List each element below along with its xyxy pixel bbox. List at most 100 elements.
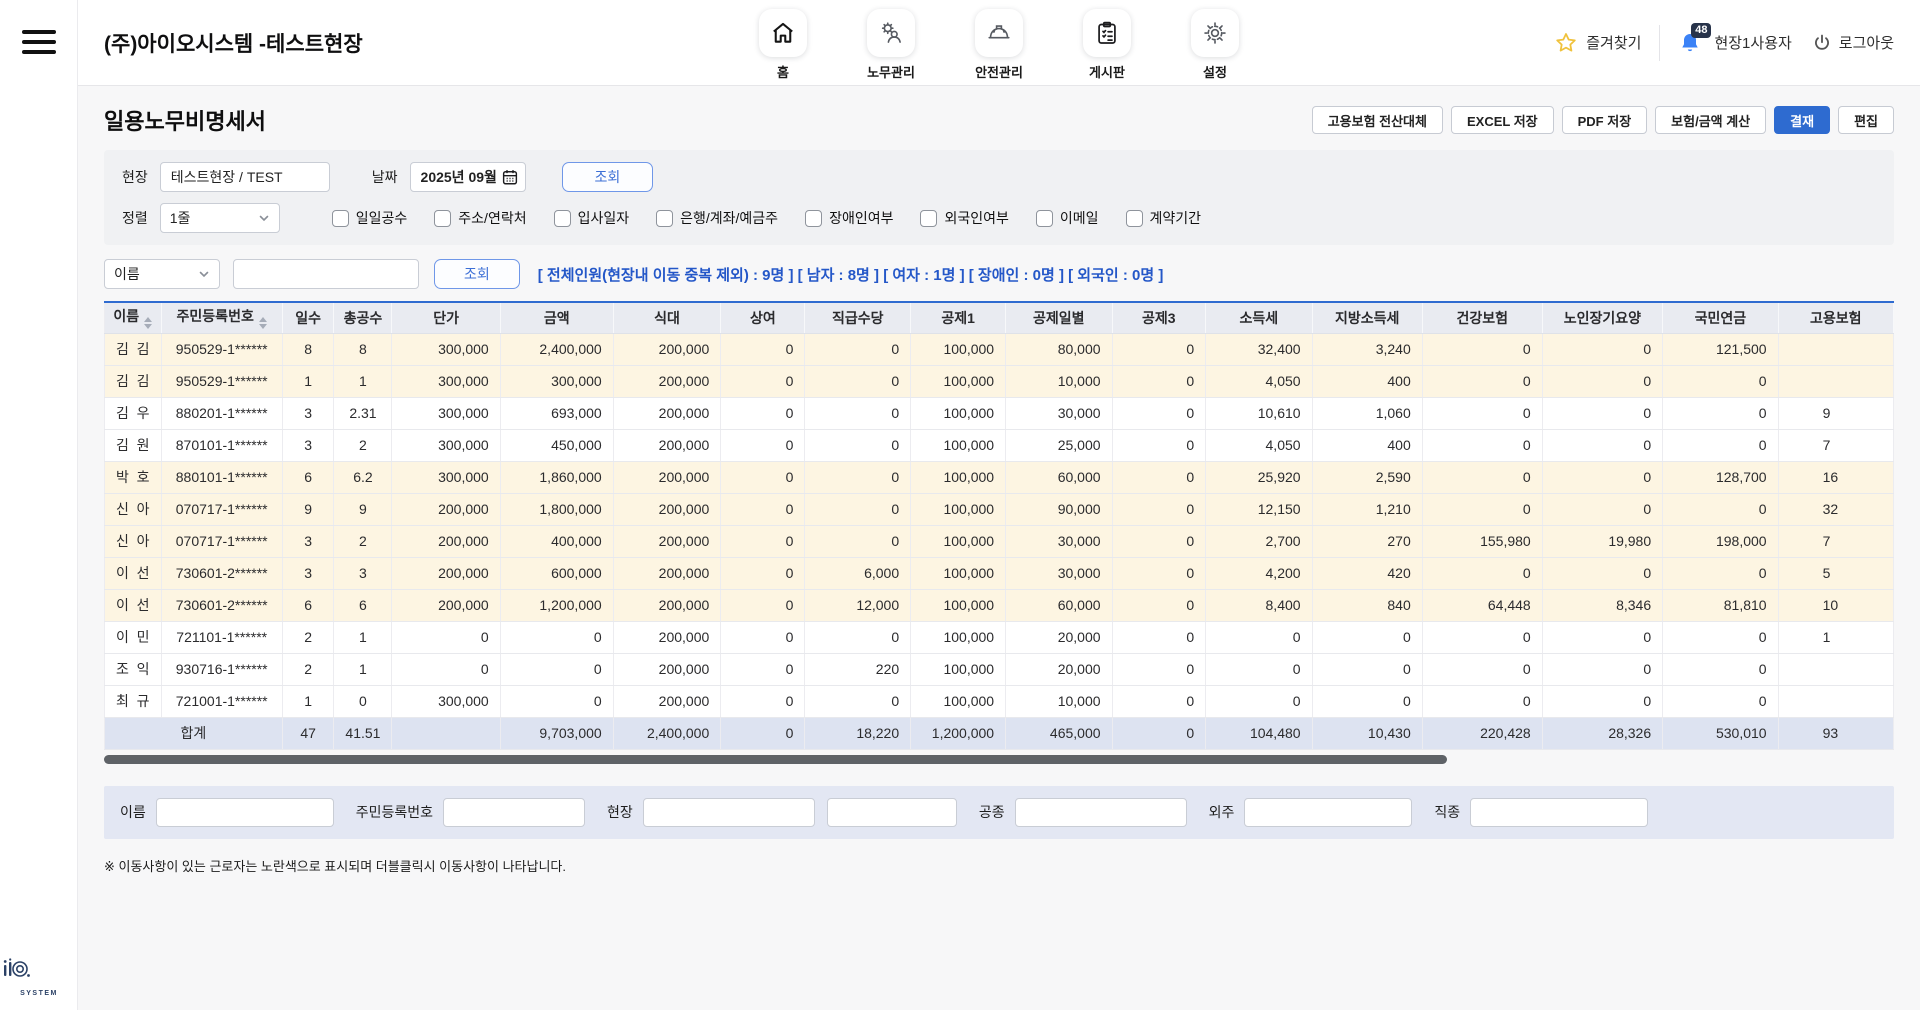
table-head: 이름주민등록번호일수총공수단가금액식대상여직급수당공제1공제일별공제3소득세지방… bbox=[105, 303, 1894, 333]
table-row[interactable]: 박 호880101-1******66.2300,0001,860,000200… bbox=[105, 461, 1894, 493]
cell-national-pension: 0 bbox=[1663, 365, 1778, 397]
total-cell-unit-price bbox=[392, 717, 500, 749]
table-row[interactable]: 최 규721001-1******10300,0000200,00000100,… bbox=[105, 685, 1894, 717]
table-row[interactable]: 조 익930716-1******2100200,0000220100,0002… bbox=[105, 653, 1894, 685]
form-input-work-type[interactable] bbox=[1015, 798, 1187, 827]
form-input-site2[interactable] bbox=[827, 798, 957, 827]
table-row[interactable]: 이 선730601-2******33200,000600,000200,000… bbox=[105, 557, 1894, 589]
cell-deduction-daily: 90,000 bbox=[1006, 493, 1112, 525]
checkbox-option-6[interactable]: 외국인여부 bbox=[920, 208, 1008, 228]
checkbox-option-8[interactable]: 계약기간 bbox=[1126, 208, 1202, 228]
cell-bonus: 0 bbox=[721, 461, 805, 493]
filter-row-sort-options: 정렬 1줄 일일공수주소/연락처입사일자은행/계좌/예금주장애인여부외국인여부이… bbox=[122, 203, 1876, 233]
cell-days: 3 bbox=[282, 397, 334, 429]
table-row[interactable]: 이 민721101-1******2100200,00000100,00020,… bbox=[105, 621, 1894, 653]
approve-button[interactable]: 결재 bbox=[1774, 106, 1830, 134]
cell-national-pension: 0 bbox=[1663, 653, 1778, 685]
main-nav: 홈 노무관리 안전관리 게시판 설정 bbox=[751, 9, 1247, 81]
date-input[interactable] bbox=[410, 162, 526, 192]
site-input[interactable] bbox=[160, 162, 330, 192]
payroll-table: 이름주민등록번호일수총공수단가금액식대상여직급수당공제1공제일별공제3소득세지방… bbox=[104, 303, 1894, 750]
cell-meal: 200,000 bbox=[613, 397, 721, 429]
form-input-name[interactable] bbox=[156, 798, 334, 827]
excel-save-button[interactable]: EXCEL 저장 bbox=[1451, 106, 1554, 134]
cell-total-gongsu: 2 bbox=[334, 429, 392, 461]
sort-icon bbox=[144, 317, 152, 329]
total-cell-deduction3: 0 bbox=[1112, 717, 1206, 749]
chevron-down-icon bbox=[198, 268, 210, 280]
sort-select[interactable]: 1줄 bbox=[160, 203, 280, 233]
favorites-button[interactable]: 즐겨찾기 bbox=[1554, 31, 1641, 55]
user-name[interactable]: 현장1사용자 bbox=[1714, 32, 1791, 53]
form-label-work-type: 공종 bbox=[979, 802, 1005, 822]
nav-item-home[interactable]: 홈 bbox=[751, 9, 815, 81]
horizontal-scrollbar-thumb[interactable] bbox=[104, 755, 1447, 764]
cell-health-insurance: 0 bbox=[1422, 333, 1542, 365]
cell-name: 박 호 bbox=[105, 461, 162, 493]
column-header-longterm-care: 노인장기요양 bbox=[1542, 303, 1662, 333]
cell-unit-price: 300,000 bbox=[392, 461, 500, 493]
hamburger-menu-icon[interactable] bbox=[22, 30, 56, 54]
form-input-site[interactable] bbox=[643, 798, 815, 827]
cell-position-allowance: 12,000 bbox=[805, 589, 911, 621]
site-search-button[interactable]: 조회 bbox=[562, 162, 654, 192]
form-input-resident-no[interactable] bbox=[443, 798, 585, 827]
io-system-logo-icon bbox=[0, 957, 78, 981]
search-field-value: 이름 bbox=[114, 264, 140, 284]
cell-longterm-care: 0 bbox=[1542, 653, 1662, 685]
table-row[interactable]: 김 김950529-1******88300,0002,400,000200,0… bbox=[105, 333, 1894, 365]
total-row: 합계4741.519,703,0002,400,000018,2201,200,… bbox=[105, 717, 1894, 749]
column-label: 금액 bbox=[544, 310, 570, 326]
nav-item-labor[interactable]: 노무관리 bbox=[859, 9, 923, 81]
logout-button[interactable]: 로그아웃 bbox=[1812, 32, 1894, 53]
cell-position-allowance: 0 bbox=[805, 621, 911, 653]
table-row[interactable]: 신 아070717-1******32200,000400,000200,000… bbox=[105, 525, 1894, 557]
checkbox-option-5[interactable]: 장애인여부 bbox=[805, 208, 893, 228]
cell-deduction1: 100,000 bbox=[911, 365, 1006, 397]
employment-insurance-transfer-button[interactable]: 고용보험 전산대체 bbox=[1312, 106, 1443, 134]
form-input-job-type[interactable] bbox=[1470, 798, 1648, 827]
cell-health-insurance: 0 bbox=[1422, 365, 1542, 397]
nav-item-settings[interactable]: 설정 bbox=[1183, 9, 1247, 81]
total-cell-days: 47 bbox=[282, 717, 334, 749]
checkbox-option-2[interactable]: 주소/연락처 bbox=[434, 208, 526, 228]
search-input[interactable] bbox=[233, 259, 419, 289]
cell-deduction3: 0 bbox=[1112, 365, 1206, 397]
table-row[interactable]: 김 원870101-1******32300,000450,000200,000… bbox=[105, 429, 1894, 461]
cell-deduction3: 0 bbox=[1112, 397, 1206, 429]
table-row[interactable]: 신 아070717-1******99200,0001,800,000200,0… bbox=[105, 493, 1894, 525]
notification-button[interactable]: 48 bbox=[1678, 31, 1702, 55]
checkbox-option-7[interactable]: 이메일 bbox=[1036, 208, 1099, 228]
column-header-name[interactable]: 이름 bbox=[105, 303, 162, 333]
table-row[interactable]: 김 우880201-1******32.31300,000693,000200,… bbox=[105, 397, 1894, 429]
table-row[interactable]: 김 김950529-1******11300,000300,000200,000… bbox=[105, 365, 1894, 397]
checkbox-option-1[interactable]: 일일공수 bbox=[332, 208, 408, 228]
column-header-national-pension: 국민연금 bbox=[1663, 303, 1778, 333]
cell-bonus: 0 bbox=[721, 525, 805, 557]
edit-button[interactable]: 편집 bbox=[1838, 106, 1894, 134]
checkbox-icon bbox=[805, 210, 822, 227]
cell-total-gongsu: 3 bbox=[334, 557, 392, 589]
total-cell-income-tax: 104,480 bbox=[1206, 717, 1312, 749]
checkbox-option-4[interactable]: 은행/계좌/예금주 bbox=[656, 208, 778, 228]
cell-longterm-care: 0 bbox=[1542, 621, 1662, 653]
column-header-resident-no[interactable]: 주민등록번호 bbox=[161, 303, 282, 333]
table-row[interactable]: 이 선730601-2******66200,0001,200,000200,0… bbox=[105, 589, 1894, 621]
cell-deduction-daily: 80,000 bbox=[1006, 333, 1112, 365]
total-cell-bonus: 0 bbox=[721, 717, 805, 749]
cell-resident-no: 730601-2****** bbox=[161, 557, 282, 589]
cell-days: 8 bbox=[282, 333, 334, 365]
star-icon bbox=[1554, 31, 1578, 55]
nav-item-board[interactable]: 게시판 bbox=[1075, 9, 1139, 81]
cell-meal: 200,000 bbox=[613, 429, 721, 461]
search-button[interactable]: 조회 bbox=[434, 259, 520, 289]
pdf-save-button[interactable]: PDF 저장 bbox=[1562, 106, 1648, 134]
nav-item-safety[interactable]: 안전관리 bbox=[967, 9, 1031, 81]
search-field-select[interactable]: 이름 bbox=[104, 259, 220, 289]
cell-total-gongsu: 2 bbox=[334, 525, 392, 557]
insurance-amount-calc-button[interactable]: 보험/금액 계산 bbox=[1655, 106, 1766, 134]
cell-health-insurance: 0 bbox=[1422, 621, 1542, 653]
form-input-outsourcing[interactable] bbox=[1244, 798, 1412, 827]
column-label: 식대 bbox=[654, 310, 680, 326]
checkbox-option-3[interactable]: 입사일자 bbox=[554, 208, 630, 228]
